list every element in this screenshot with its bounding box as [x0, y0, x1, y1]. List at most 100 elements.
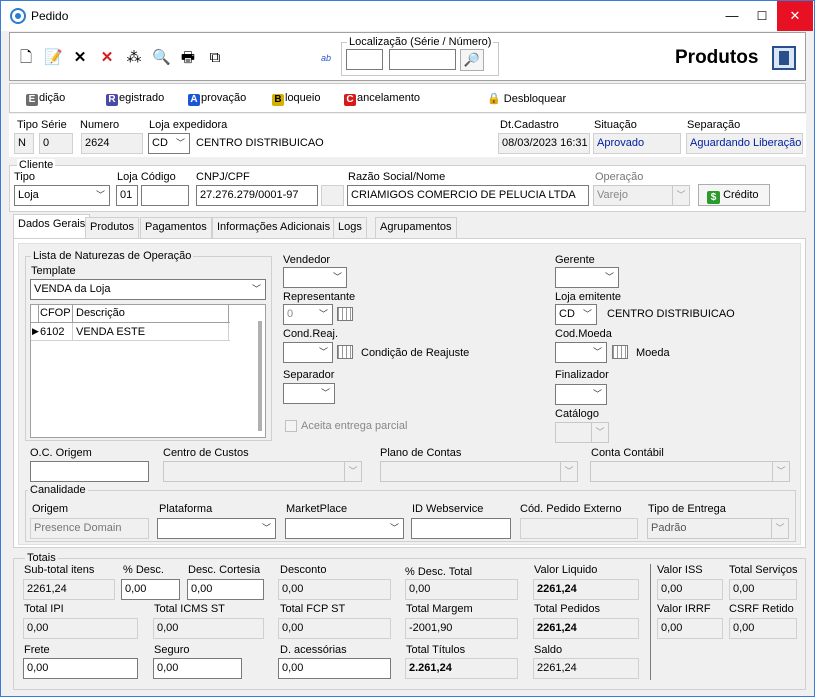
vendedor-select[interactable]: ﹀ [283, 267, 347, 288]
loja-expedidora-label: Loja expedidora [149, 119, 228, 131]
d-acessorias-input[interactable]: 0,00 [278, 658, 391, 679]
pdesc-input[interactable]: 0,00 [121, 579, 180, 600]
dollar-icon: $ [707, 191, 720, 204]
conta-contabil-select[interactable]: ﹀ [590, 461, 790, 482]
search-icon: 🔎 [463, 52, 481, 67]
cond-reaj-select[interactable]: ﹀ [283, 342, 333, 363]
cliente-codigo-input[interactable] [141, 185, 189, 206]
pedido-window: Pedido — ☐ ✕ 🗋 📝 ✕ ✕ ⁂ 🔍 🖶 ⧉ ab Localiza… [0, 0, 815, 697]
seguro-input[interactable]: 0,00 [153, 658, 242, 679]
tab-pagamentos[interactable]: Pagamentos [140, 217, 212, 238]
desconto-label: Desconto [280, 564, 327, 576]
credito-button[interactable]: $ Crédito [698, 184, 770, 206]
origem-label: Origem [32, 503, 69, 515]
tipo-entrega-select[interactable]: Padrão ﹀ [647, 518, 789, 539]
spellcheck-icon[interactable]: ab [317, 49, 335, 67]
operacao-select[interactable]: Varejo ﹀ [593, 185, 690, 206]
bloqueio-button[interactable]: Bloqueio [272, 92, 320, 106]
row-pointer-icon: ▶ [32, 326, 39, 336]
naturezas-title: Lista de Naturezas de Operação [31, 250, 194, 262]
localizacao-serie-input[interactable] [346, 49, 383, 70]
new-doc-icon[interactable]: 🗋 [17, 49, 35, 67]
cliente-tipo-label: Tipo [14, 171, 35, 183]
grid-lookup-icon[interactable] [337, 307, 353, 321]
plataforma-select[interactable]: ﹀ [157, 518, 276, 539]
cod-moeda-select[interactable]: ﹀ [555, 342, 607, 363]
gerente-select[interactable]: ﹀ [555, 267, 619, 288]
cliente-loja-input[interactable]: 01 [116, 185, 138, 206]
edit-doc-icon[interactable]: 📝 [44, 49, 63, 67]
finalizador-select[interactable]: ﹀ [555, 384, 607, 405]
tab-produtos[interactable]: Produtos [85, 217, 140, 238]
grid-lookup-icon[interactable] [612, 345, 628, 359]
gerente-label: Gerente [555, 254, 595, 266]
representante-select[interactable]: 0 ﹀ [283, 304, 333, 325]
close-button[interactable]: ✕ [777, 1, 813, 31]
aprovacao-button[interactable]: Aprovação [188, 92, 246, 106]
oc-origem-input[interactable] [30, 461, 149, 482]
template-select[interactable]: VENDA da Loja ﹀ [30, 279, 266, 300]
tab-dados-gerais[interactable]: Dados Gerais [13, 214, 91, 239]
razao-social-input[interactable]: CRIAMIGOS COMERCIO DE PELUCIA LTDA [347, 185, 589, 206]
lock-icon: 🔒 [487, 93, 501, 105]
loja-codigo-label: Loja Código [117, 171, 176, 183]
cancelamento-button[interactable]: Cancelamento [344, 92, 420, 106]
grid-header: CFOP Descrição [31, 305, 230, 323]
minimize-button[interactable]: — [717, 1, 747, 31]
csrf-label: CSRF Retido [729, 603, 794, 615]
cancel-delete-icon[interactable]: ✕ [98, 49, 116, 67]
chevron-down-icon: ﹀ [261, 523, 271, 533]
cond-reaj-desc: Condição de Reajuste [361, 347, 470, 359]
copy-icon[interactable]: ⧉ [206, 49, 224, 67]
grid-lookup-icon[interactable] [337, 345, 353, 359]
magic-wand-icon[interactable]: ⁂ [125, 49, 143, 67]
marketplace-select[interactable]: ﹀ [285, 518, 404, 539]
chevron-down-icon: ﹀ [592, 347, 602, 357]
id-webservice-input[interactable] [411, 518, 511, 539]
desc-cortesia-input[interactable]: 0,00 [187, 579, 264, 600]
cnpj-input[interactable]: 27.276.279/0001-97 [196, 185, 318, 206]
tab-agrupamentos[interactable]: Agrupamentos [375, 217, 457, 238]
aceita-checkbox[interactable] [285, 420, 297, 432]
localizacao-label: Localização (Série / Número) [347, 36, 494, 48]
print-icon[interactable]: 🖶 [179, 49, 197, 67]
chevron-down-icon: ﹀ [251, 284, 261, 294]
delete-icon[interactable]: ✕ [71, 49, 89, 67]
chevron-down-icon: ﹀ [604, 272, 614, 282]
search-button[interactable]: 🔎 [460, 49, 484, 71]
desbloquear-button[interactable]: 🔒 Desbloquear [487, 92, 566, 105]
edicao-button[interactable]: Edição [26, 92, 65, 106]
oc-origem-label: O.C. Origem [30, 447, 92, 459]
cnpj-lookup-field[interactable] [321, 185, 344, 206]
maximize-button[interactable]: ☐ [747, 1, 777, 31]
tipo-entrega-label: Tipo de Entrega [648, 503, 726, 515]
chevron-down-icon: ﹀ [591, 423, 608, 442]
chevron-down-icon: ﹀ [332, 272, 342, 282]
serie-field: 0 [39, 133, 73, 154]
tab-informacoes-adicionais[interactable]: Informações Adicionais [212, 217, 336, 238]
cliente-tipo-select[interactable]: Loja ﹀ [14, 185, 110, 206]
tab-logs[interactable]: Logs [333, 217, 367, 238]
grid-scrollbar[interactable] [258, 321, 262, 431]
separador-select[interactable]: ﹀ [283, 383, 335, 404]
table-row[interactable]: ▶ 6102 VENDA ESTE [31, 323, 230, 341]
frete-input[interactable]: 0,00 [23, 658, 138, 679]
preview-icon[interactable]: 🔍 [152, 49, 171, 67]
registrado-button[interactable]: Registrado [106, 92, 164, 106]
valor-iss-field: 0,00 [657, 579, 723, 600]
valor-irrf-field: 0,00 [657, 618, 723, 639]
catalogo-label: Catálogo [555, 408, 600, 420]
plano-contas-select[interactable]: ﹀ [380, 461, 578, 482]
conta-contabil-label: Conta Contábil [591, 447, 664, 459]
exit-door-icon[interactable] [772, 46, 796, 70]
catalogo-select[interactable]: ﹀ [555, 422, 609, 443]
chevron-down-icon: ﹀ [582, 309, 592, 319]
centro-custos-select[interactable]: ﹀ [163, 461, 362, 482]
cond-reaj-label: Cond.Reaj. [283, 328, 339, 340]
loja-emitente-select[interactable]: CD ﹀ [555, 304, 597, 325]
chevron-down-icon: ﹀ [771, 519, 788, 538]
cod-pedido-externo-field [520, 518, 638, 539]
chevron-down-icon: ﹀ [318, 347, 328, 357]
localizacao-numero-input[interactable] [389, 49, 456, 70]
loja-expedidora-select[interactable]: CD ﹀ [148, 133, 190, 154]
